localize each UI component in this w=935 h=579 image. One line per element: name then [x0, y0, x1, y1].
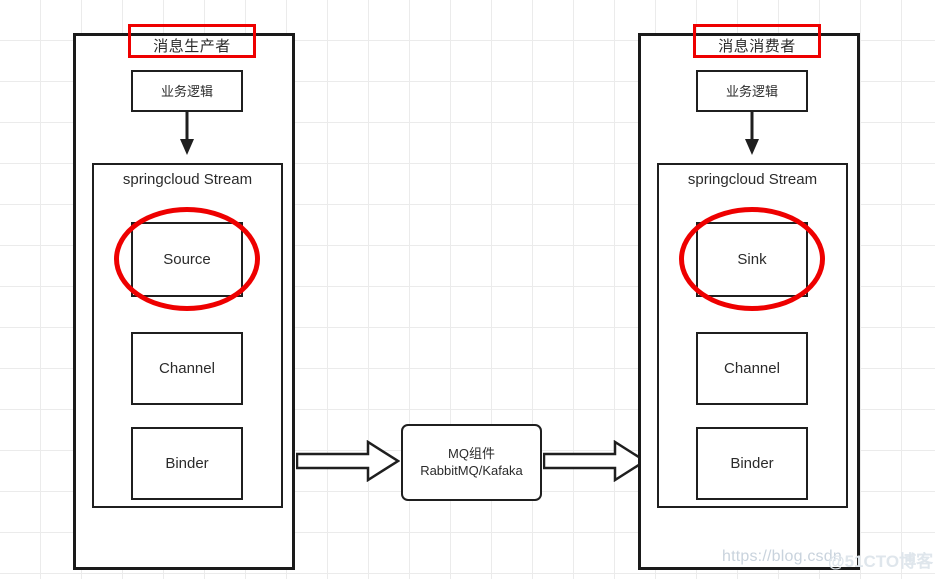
- consumer-channel-label: Channel: [724, 360, 780, 377]
- watermark-brand: @51CTO博客: [828, 552, 934, 571]
- producer-binder-box: Binder: [131, 427, 243, 500]
- mq-subtitle-label: RabbitMQ/Kafaka: [420, 462, 523, 478]
- producer-title-box: 消息生产者: [128, 24, 256, 58]
- producer-source-box: Source: [131, 222, 243, 297]
- consumer-binder-label: Binder: [730, 455, 774, 472]
- mq-title-label: MQ组件: [448, 445, 495, 461]
- producer-to-mq-arrow-icon: [296, 440, 400, 482]
- producer-channel-box: Channel: [131, 332, 243, 405]
- consumer-channel-box: Channel: [696, 332, 808, 405]
- consumer-stream-label: springcloud Stream: [687, 171, 818, 188]
- consumer-title-label: 消息消费者: [718, 38, 796, 55]
- consumer-sink-box: Sink: [696, 222, 808, 297]
- consumer-business-logic-box: 业务逻辑: [696, 70, 808, 112]
- consumer-business-logic-label: 业务逻辑: [725, 83, 778, 99]
- mq-to-consumer-arrow-icon: [543, 440, 647, 482]
- diagram-canvas: 消息生产者 业务逻辑 springcloud Stream Source Cha…: [0, 0, 935, 579]
- producer-flow-arrow-icon: [180, 112, 194, 155]
- mq-component-box: MQ组件 RabbitMQ/Kafaka: [401, 424, 542, 501]
- producer-channel-label: Channel: [159, 360, 215, 377]
- producer-title-label: 消息生产者: [153, 38, 231, 55]
- consumer-sink-label: Sink: [737, 251, 767, 268]
- consumer-title-box: 消息消费者: [693, 24, 821, 58]
- watermark-url: https://blog.csdn: [722, 548, 842, 565]
- consumer-binder-box: Binder: [696, 427, 808, 500]
- producer-stream-label: springcloud Stream: [122, 171, 253, 188]
- consumer-flow-arrow-icon: [745, 112, 759, 155]
- producer-binder-label: Binder: [165, 455, 209, 472]
- producer-business-logic-label: 业务逻辑: [160, 83, 213, 99]
- producer-source-label: Source: [163, 251, 211, 268]
- producer-business-logic-box: 业务逻辑: [131, 70, 243, 112]
